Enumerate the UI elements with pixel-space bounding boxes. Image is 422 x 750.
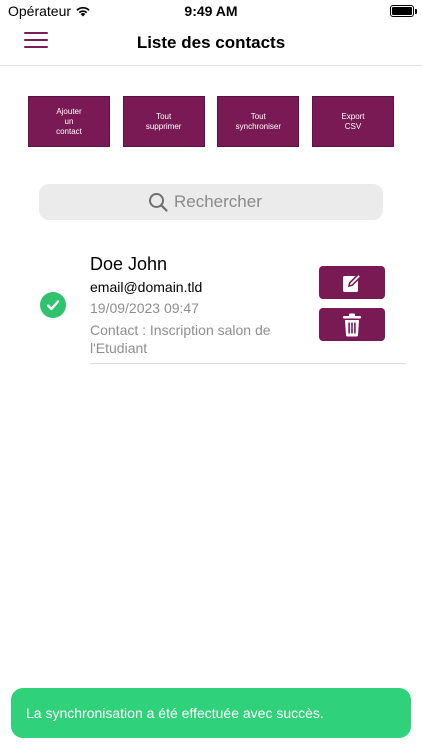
add-contact-button[interactable]: Ajouter un contact <box>28 96 110 147</box>
search-icon <box>149 193 168 212</box>
status-bar: Opérateur 9:49 AM <box>0 0 422 24</box>
list-item[interactable]: Doe John email@domain.tld 19/09/2023 09:… <box>0 250 422 365</box>
battery-icon <box>390 5 414 17</box>
synced-check-icon <box>40 292 66 318</box>
edit-icon <box>343 272 363 292</box>
battery-cap <box>415 9 417 14</box>
page-title: Liste des contacts <box>136 33 286 52</box>
row-divider <box>90 363 406 364</box>
export-csv-button[interactable]: Export CSV <box>311 96 394 147</box>
contact-name: Doe John <box>90 254 168 274</box>
search-bar[interactable] <box>39 184 383 220</box>
sync-all-button[interactable]: Tout synchroniser <box>217 96 300 147</box>
toast-message: La synchronisation a été effectuée avec … <box>26 705 324 721</box>
action-toolbar: Ajouter un contact Tout supprimer Tout s… <box>28 96 394 148</box>
contact-date: 19/09/2023 09:47 <box>90 300 199 316</box>
trash-icon <box>343 313 361 336</box>
delete-contact-button[interactable] <box>319 308 385 341</box>
contact-note: Contact : Inscription salon de l'Etudian… <box>90 322 271 356</box>
success-toast: La synchronisation a été effectuée avec … <box>11 688 411 738</box>
nav-bar: Liste des contacts <box>0 24 422 66</box>
search-input[interactable] <box>174 192 274 212</box>
status-time: 9:49 AM <box>184 3 238 19</box>
contact-email: email@domain.tld <box>90 279 203 295</box>
contact-info: Doe John email@domain.tld 19/09/2023 09:… <box>90 253 305 357</box>
delete-all-button[interactable]: Tout supprimer <box>122 96 205 147</box>
edit-contact-button[interactable] <box>319 266 385 299</box>
screen: Opérateur 9:49 AM Liste des contacts Ajo… <box>0 0 422 750</box>
